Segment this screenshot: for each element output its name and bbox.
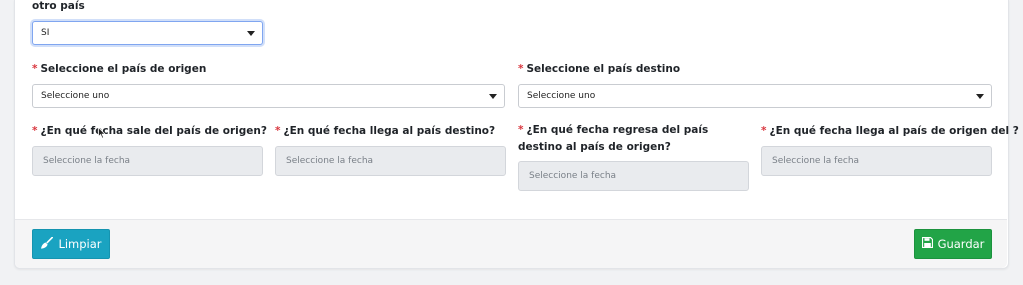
destination-country-label-text: Seleccione el país destino bbox=[526, 63, 681, 75]
required-asterisk: * bbox=[275, 125, 281, 137]
return-date-label: * ¿En qué fecha regresa del país destino … bbox=[518, 122, 750, 156]
origin-country-value: Seleccione uno bbox=[41, 91, 110, 101]
origin-country-select[interactable]: Seleccione uno bbox=[32, 84, 505, 108]
form-footer bbox=[15, 219, 1007, 268]
save-button-label: Guardar bbox=[937, 237, 985, 251]
clear-button[interactable]: Limpiar bbox=[32, 229, 110, 259]
mouse-cursor-icon bbox=[98, 124, 106, 143]
chevron-down-icon bbox=[247, 31, 255, 36]
required-asterisk: * bbox=[32, 125, 38, 137]
required-asterisk: * bbox=[518, 63, 524, 75]
broom-icon bbox=[40, 236, 54, 252]
other-country-value: SI bbox=[41, 28, 50, 38]
departure-date-input[interactable]: Seleccione la fecha bbox=[32, 146, 263, 176]
return-date-input[interactable]: Seleccione la fecha bbox=[518, 161, 749, 191]
other-country-select[interactable]: SI bbox=[32, 21, 263, 45]
destination-country-value: Seleccione uno bbox=[527, 91, 596, 101]
origin-country-label: * Seleccione el país de origen bbox=[32, 61, 206, 78]
arrival-origin-date-label: * ¿En qué fecha llega al país de origen d… bbox=[761, 123, 1019, 140]
arrival-destination-date-input[interactable]: Seleccione la fecha bbox=[275, 146, 506, 176]
arrival-origin-date-label-text: ¿En qué fecha llega al país de origen de… bbox=[769, 125, 1019, 137]
clear-button-label: Limpiar bbox=[58, 237, 102, 251]
floppy-disk-icon bbox=[921, 236, 933, 251]
destination-country-label: * Seleccione el país destino bbox=[518, 61, 680, 78]
save-button[interactable]: Guardar bbox=[914, 229, 992, 259]
arrival-destination-date-label-text: ¿En qué fecha llega al país destino? bbox=[283, 125, 496, 137]
departure-date-label-text: ¿En qué fecha sale del país de origen? bbox=[40, 125, 268, 137]
required-asterisk: * bbox=[518, 124, 524, 136]
required-asterisk: * bbox=[761, 125, 767, 137]
arrival-origin-date-input[interactable]: Seleccione la fecha bbox=[761, 146, 992, 176]
required-asterisk: * bbox=[32, 63, 38, 75]
other-country-label: otro país bbox=[32, 0, 85, 12]
departure-date-label: * ¿En qué fecha sale del país de origen? bbox=[32, 123, 267, 140]
chevron-down-icon bbox=[976, 94, 984, 99]
origin-country-label-text: Seleccione el país de origen bbox=[40, 63, 207, 75]
arrival-destination-date-label: * ¿En qué fecha llega al país destino? bbox=[275, 123, 495, 140]
return-date-label-text: ¿En qué fecha regresa del país destino a… bbox=[518, 124, 709, 153]
destination-country-select[interactable]: Seleccione uno bbox=[518, 84, 992, 108]
chevron-down-icon bbox=[489, 94, 497, 99]
